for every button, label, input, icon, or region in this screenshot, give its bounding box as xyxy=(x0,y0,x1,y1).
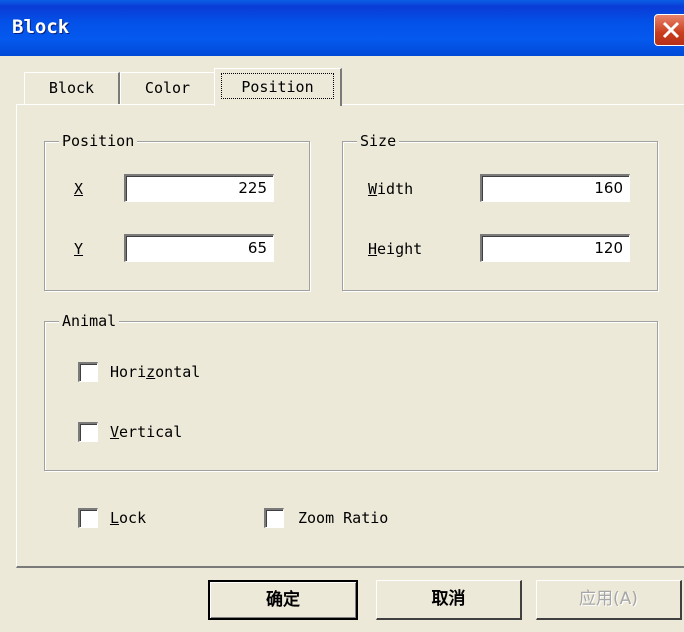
cancel-button[interactable]: 取消 xyxy=(376,580,522,620)
lock-label-accel: L xyxy=(110,509,120,527)
width-label: Width xyxy=(368,179,413,199)
window-title: Block xyxy=(12,16,70,38)
tab-position-label: Position xyxy=(241,78,314,96)
horizontal-checkbox[interactable] xyxy=(78,362,98,382)
size-group-title: Size xyxy=(357,131,400,151)
lock-checkbox[interactable] xyxy=(78,508,98,528)
animal-group: Animal xyxy=(44,311,658,471)
animal-group-title: Animal xyxy=(59,311,120,331)
zoom-ratio-label[interactable]: Zoom Ratio xyxy=(298,508,388,528)
tab-color[interactable]: Color xyxy=(120,72,216,104)
vertical-label-accel: V xyxy=(110,423,120,441)
x-label: X xyxy=(74,180,84,198)
apply-button[interactable]: 应用(A) xyxy=(536,580,682,620)
size-group: Size xyxy=(342,131,658,291)
horizontal-label-post: ontal xyxy=(155,363,201,381)
tab-block-label: Block xyxy=(48,79,95,97)
close-icon xyxy=(662,21,680,39)
width-label-accel: W xyxy=(368,180,378,198)
ok-button[interactable]: 确定 xyxy=(208,580,358,620)
height-label-accel: H xyxy=(368,240,378,258)
y-label: Y xyxy=(74,240,84,258)
tab-color-label: Color xyxy=(144,79,191,97)
width-input[interactable]: 160 xyxy=(480,174,630,202)
tab-block[interactable]: Block xyxy=(24,72,120,104)
vertical-checkbox[interactable] xyxy=(78,422,98,442)
position-group-title: Position xyxy=(59,131,138,151)
horizontal-label-accel: z xyxy=(146,363,156,381)
width-label-rest: idth xyxy=(377,180,414,198)
x-input[interactable]: 225 xyxy=(124,174,274,202)
close-button[interactable] xyxy=(654,14,684,46)
zoom-ratio-checkbox[interactable] xyxy=(264,508,284,528)
lock-label-post: ock xyxy=(119,509,147,527)
height-label: Height xyxy=(368,239,422,259)
height-input[interactable]: 120 xyxy=(480,234,630,262)
title-bar[interactable]: Block xyxy=(0,0,684,56)
position-group: Position xyxy=(44,131,310,291)
vertical-label[interactable]: Vertical xyxy=(110,422,182,442)
tab-position[interactable]: Position xyxy=(214,68,342,106)
height-label-rest: eight xyxy=(377,240,423,258)
lock-label[interactable]: Lock xyxy=(110,508,146,528)
y-input[interactable]: 65 xyxy=(124,234,274,262)
vertical-label-post: ertical xyxy=(119,423,183,441)
horizontal-label[interactable]: Horizontal xyxy=(110,362,200,382)
horizontal-label-pre: Hori xyxy=(110,363,147,381)
